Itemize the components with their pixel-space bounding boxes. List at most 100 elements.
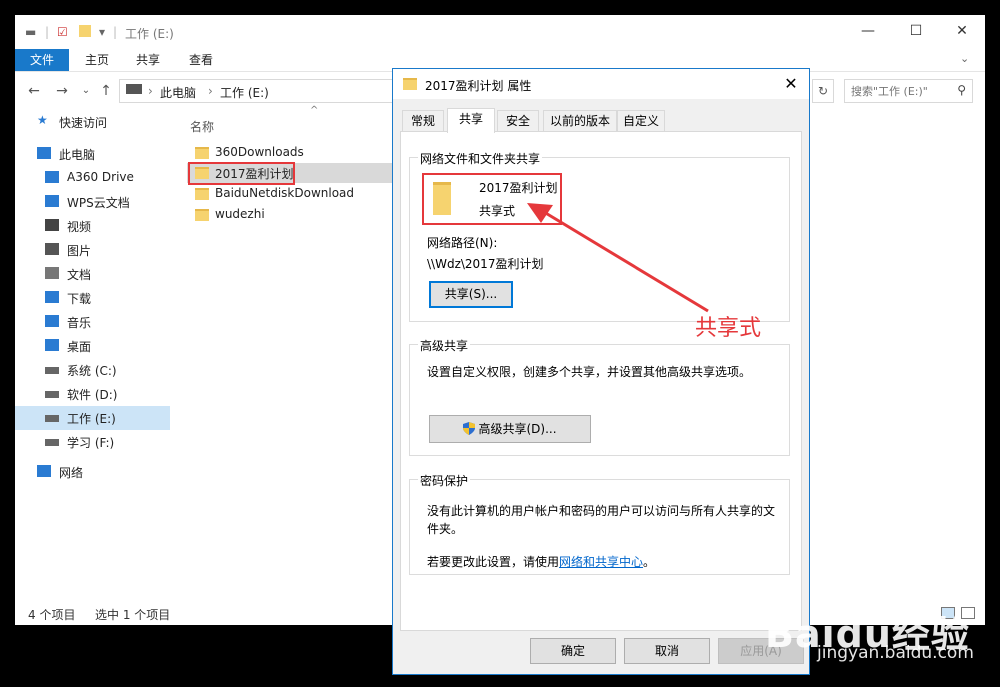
- breadcrumb-separator: ›: [148, 84, 153, 98]
- sidebar-item[interactable]: A360 Drive: [15, 166, 170, 190]
- group-title: 高级共享: [418, 337, 471, 354]
- download-icon: [45, 291, 59, 303]
- video-icon: [45, 219, 59, 231]
- breadcrumb-separator: ›: [208, 84, 213, 98]
- hint-prefix: 若要更改此设置，请使用: [427, 555, 560, 569]
- breadcrumb-drive-e[interactable]: 工作 (E:): [220, 84, 269, 101]
- sidebar-item[interactable]: 此电脑: [15, 142, 170, 166]
- baidu-watermark: Baidu经验 jingyan.baidu.com: [765, 603, 997, 683]
- sidebar-item-label: WPS云文档: [67, 196, 130, 210]
- sidebar-item-label: 网络: [59, 466, 84, 480]
- navigation-pane: ★ 快速访问此电脑 A360 Drive WPS云文档视频图片文档下载音乐 桌面 系统 (…: [15, 110, 170, 590]
- drive-icon: ▬: [25, 25, 37, 39]
- sidebar-item[interactable]: 学习 (F:): [15, 430, 170, 454]
- new-folder-icon[interactable]: [79, 25, 91, 37]
- file-name: wudezhi: [215, 207, 265, 221]
- ribbon-tab-home[interactable]: 主页: [85, 49, 109, 71]
- group-title: 网络文件和文件夹共享: [418, 150, 543, 167]
- ribbon-tab-file[interactable]: 文件: [15, 49, 69, 71]
- tab-general[interactable]: 常规: [402, 110, 444, 131]
- annotation-arrow-icon: [527, 203, 709, 313]
- sidebar-item-label: 此电脑: [59, 148, 96, 162]
- dialog-title: 2017盈利计划 属性: [425, 79, 532, 93]
- hint-suffix: 。: [643, 555, 656, 569]
- search-input[interactable]: [849, 81, 953, 101]
- folder-icon: [195, 147, 209, 159]
- share-button[interactable]: 共享(S)...: [429, 281, 513, 308]
- tab-security[interactable]: 安全: [497, 110, 539, 131]
- drive-icon: [45, 439, 59, 446]
- drive-icon: [45, 391, 59, 398]
- column-header-name[interactable]: 名称: [190, 118, 214, 135]
- sidebar-item-label: A360 Drive: [67, 170, 134, 184]
- drive-icon: [126, 84, 142, 94]
- back-arrow-icon[interactable]: ←: [23, 81, 45, 101]
- ribbon-tab-share[interactable]: 共享: [136, 49, 160, 71]
- sidebar-item-label: 图片: [67, 244, 92, 258]
- ribbon-tab-view[interactable]: 查看: [189, 49, 213, 71]
- recent-chevron-icon[interactable]: ⌄: [75, 81, 97, 101]
- sidebar-item[interactable]: 系统 (C:): [15, 358, 170, 382]
- sidebar-item-label: 文档: [67, 268, 92, 282]
- refresh-icon[interactable]: ↻: [812, 79, 834, 103]
- tab-customize[interactable]: 自定义: [617, 110, 665, 131]
- address-box[interactable]: › 此电脑 › 工作 (E:): [119, 79, 401, 103]
- title-bar: ▬ | ☑ ▾ | 工作 (E:) — ☐ ✕: [15, 15, 985, 49]
- folder-icon: [403, 78, 417, 90]
- close-button[interactable]: ✕: [939, 15, 985, 47]
- forward-arrow-icon[interactable]: →: [51, 81, 73, 101]
- advanced-sharing-description: 设置自定义权限，创建多个共享，并设置其他高级共享选项。: [427, 365, 752, 379]
- file-row[interactable]: wudezhi: [187, 205, 397, 225]
- advanced-sharing-button[interactable]: 高级共享(D)...: [429, 415, 591, 443]
- maximize-button[interactable]: ☐: [893, 15, 939, 47]
- selection-count: 选中 1 个项目: [95, 608, 171, 622]
- cancel-button[interactable]: 取消: [624, 638, 710, 664]
- properties-icon[interactable]: ☑: [57, 25, 68, 39]
- network-sharing-center-link[interactable]: 网络和共享中心: [559, 555, 643, 569]
- network-path-label: 网络路径(N):: [427, 236, 498, 250]
- sidebar-item-label: 快速访问: [59, 116, 108, 130]
- drive-icon: [45, 415, 59, 422]
- sidebar-item[interactable]: ★ 快速访问: [15, 110, 170, 134]
- sidebar-item[interactable]: 软件 (D:): [15, 382, 170, 406]
- search-box[interactable]: ⚲: [844, 79, 973, 103]
- sidebar-item[interactable]: 文档: [15, 262, 170, 286]
- sidebar-item-label: 学习 (F:): [67, 436, 115, 450]
- search-icon[interactable]: ⚲: [957, 83, 966, 97]
- expand-ribbon-icon[interactable]: ⌄: [960, 52, 969, 65]
- dialog-close-icon[interactable]: ✕: [779, 73, 803, 95]
- file-name: 360Downloads: [215, 145, 304, 159]
- sidebar-item[interactable]: 下载: [15, 286, 170, 310]
- password-description-line2: 件夹。: [427, 522, 464, 536]
- sidebar-item-label: 下载: [67, 292, 92, 306]
- customize-toolbar-icon[interactable]: ▾: [99, 25, 105, 39]
- sidebar-item[interactable]: 视频: [15, 214, 170, 238]
- breadcrumb-this-pc[interactable]: 此电脑: [160, 84, 196, 101]
- sidebar-item[interactable]: 音乐: [15, 310, 170, 334]
- file-row[interactable]: 360Downloads: [187, 143, 397, 163]
- minimize-button[interactable]: —: [845, 15, 891, 47]
- network-icon: [37, 465, 51, 477]
- separator: |: [113, 25, 118, 39]
- group-title: 密码保护: [418, 472, 471, 489]
- computer-icon: [37, 147, 51, 159]
- sidebar-item-label: 工作 (E:): [67, 412, 116, 426]
- tab-sharing[interactable]: 共享: [447, 108, 495, 133]
- highlight-box: [188, 162, 295, 185]
- sidebar-item[interactable]: 网络: [15, 460, 170, 484]
- file-row[interactable]: BaiduNetdiskDownload: [187, 184, 397, 204]
- separator: |: [45, 25, 50, 39]
- star-icon: ★: [37, 113, 48, 127]
- tab-previous-versions[interactable]: 以前的版本: [543, 110, 617, 131]
- sidebar-item[interactable]: 图片: [15, 238, 170, 262]
- folder-icon: [195, 209, 209, 221]
- folder-icon: [195, 188, 209, 200]
- password-change-hint: 若要更改此设置，请使用网络和共享中心。: [427, 553, 655, 570]
- sidebar-item[interactable]: 桌面: [15, 334, 170, 358]
- dialog-title-bar: 2017盈利计划 属性 ✕: [393, 69, 809, 99]
- sidebar-item[interactable]: 工作 (E:): [15, 406, 170, 430]
- up-arrow-icon[interactable]: ↑: [95, 81, 117, 101]
- ok-button[interactable]: 确定: [530, 638, 616, 664]
- sidebar-item[interactable]: WPS云文档: [15, 190, 170, 214]
- watermark-url: jingyan.baidu.com: [817, 643, 974, 663]
